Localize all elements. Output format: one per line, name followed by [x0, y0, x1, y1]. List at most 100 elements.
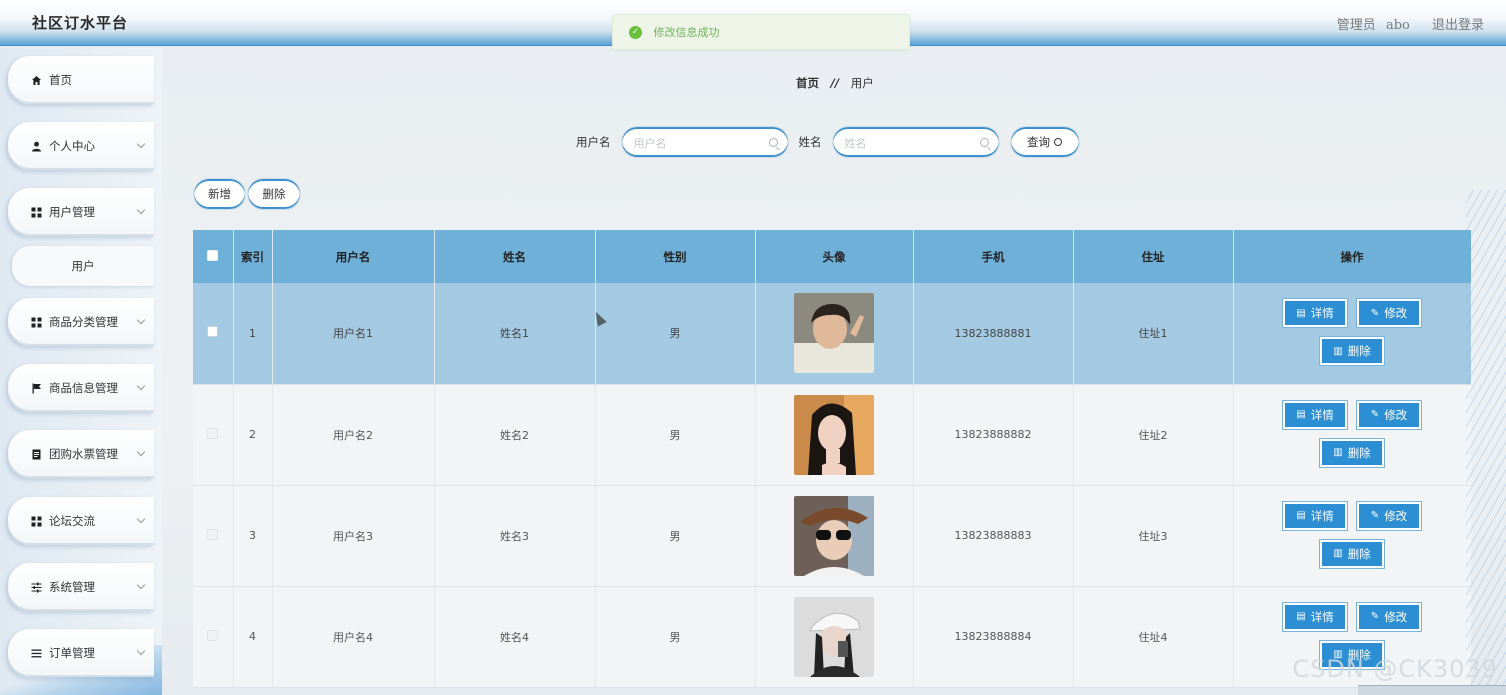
decorative-stripes [1466, 190, 1506, 695]
avatar[interactable] [794, 596, 874, 677]
sidebar: 首页 个人中心 用户管理 用户 商品分类管理 商品信息管理 团购水票管理 论坛交… [0, 48, 162, 695]
delete-button[interactable]: ▥ 删除 [1319, 437, 1385, 468]
row-checkbox[interactable] [207, 427, 219, 439]
cell-address: 住址3 [1073, 485, 1234, 587]
search-icon [1054, 138, 1062, 146]
cell-name: 姓名3 [434, 485, 596, 587]
edit-icon: ✎ [1370, 611, 1380, 622]
detail-button-label: 详情 [1310, 508, 1334, 523]
table-row[interactable]: 4 用户名4 姓名4 男 13823888884 住址4 ▤ 详情 ✎ 修改 ▥… [193, 586, 1471, 688]
table-header-row: 索引 用户名 姓名 性别 头像 手机 住址 操作 [193, 230, 1471, 283]
batch-delete-button[interactable]: 删除 [247, 178, 301, 210]
table-row[interactable]: 2 用户名2 姓名2 男 13823888882 住址2 ▤ 详情 ✎ 修改 ▥… [193, 384, 1471, 486]
document-icon: ▤ [1296, 307, 1306, 319]
edit-button[interactable]: ✎ 修改 [1356, 399, 1422, 430]
breadcrumb-separator: // [830, 76, 840, 90]
sidebar-item-label: 商品分类管理 [49, 315, 118, 329]
delete-button[interactable]: ▥ 删除 [1319, 336, 1385, 367]
cell-address: 住址4 [1073, 586, 1234, 688]
cell-index: 2 [233, 384, 273, 486]
grid-icon [30, 515, 42, 527]
username-search-label: 用户名 [576, 135, 611, 149]
chevron-down-icon [136, 646, 146, 656]
sidebar-item-user-management[interactable]: 用户管理 [8, 188, 154, 236]
edit-button[interactable]: ✎ 修改 [1356, 298, 1422, 329]
edit-button[interactable]: ✎ 修改 [1356, 601, 1422, 632]
row-checkbox[interactable] [207, 326, 219, 338]
detail-button[interactable]: ▤ 详情 [1282, 298, 1348, 329]
cell-index: 3 [233, 485, 273, 587]
cell-name: 姓名1 [434, 283, 596, 385]
document-icon: ▤ [1296, 611, 1306, 622]
row-select-cell [193, 283, 234, 385]
sidebar-item-label: 论坛交流 [49, 514, 95, 528]
select-all-checkbox[interactable] [207, 249, 219, 261]
breadcrumb-home[interactable]: 首页 [796, 76, 819, 90]
sidebar-item-personal-center[interactable]: 个人中心 [8, 122, 154, 170]
chevron-down-icon [136, 315, 146, 325]
table-row[interactable]: 3 用户名3 姓名3 男 13823888883 住址3 ▤ 详情 ✎ 修改 ▥… [193, 485, 1471, 587]
avatar[interactable] [794, 394, 874, 475]
edit-button-label: 修改 [1384, 508, 1408, 523]
row-select-cell [193, 384, 234, 486]
detail-button[interactable]: ▤ 详情 [1282, 500, 1348, 531]
flag-icon [30, 382, 42, 394]
user-table: 索引 用户名 姓名 性别 头像 手机 住址 操作 1 用户名1 姓名1 男 13… [193, 230, 1471, 688]
select-all-cell [193, 230, 234, 283]
detail-button-label: 详情 [1310, 306, 1334, 321]
username-search-input[interactable] [633, 129, 764, 157]
chevron-down-icon [136, 447, 146, 457]
query-button[interactable]: 查询 [1009, 126, 1080, 158]
name-search-label: 姓名 [798, 135, 822, 149]
cell-index: 1 [233, 283, 273, 385]
column-header-avatar: 头像 [755, 230, 914, 283]
sidebar-item-group-ticket-management[interactable]: 团购水票管理 [8, 430, 154, 478]
success-toast: ✓ 修改信息成功 [612, 14, 910, 50]
trash-icon: ▥ [1333, 447, 1343, 458]
chevron-down-icon [136, 514, 146, 524]
cell-avatar [755, 586, 914, 688]
sidebar-item-category-management[interactable]: 商品分类管理 [8, 298, 154, 346]
add-button[interactable]: 新增 [193, 178, 246, 210]
sidebar-item-order-management[interactable]: 订单管理 [8, 629, 154, 677]
cell-phone: 13823888883 [913, 485, 1074, 587]
cell-gender: 男 [595, 586, 756, 688]
avatar[interactable] [794, 495, 874, 576]
edit-button[interactable]: ✎ 修改 [1356, 500, 1422, 531]
detail-button[interactable]: ▤ 详情 [1282, 399, 1348, 430]
sidebar-subitem-users[interactable]: 用户 [12, 246, 154, 286]
breadcrumb: 首页 // 用户 [796, 75, 874, 91]
logout-link[interactable]: 退出登录 [1432, 18, 1484, 33]
sidebar-item-system-management[interactable]: 系统管理 [8, 563, 154, 611]
chevron-down-icon [136, 381, 146, 391]
row-checkbox[interactable] [207, 629, 219, 641]
name-search-input[interactable] [844, 129, 975, 157]
cell-index: 4 [233, 586, 273, 688]
column-header-actions: 操作 [1233, 230, 1471, 283]
sidebar-item-product-management[interactable]: 商品信息管理 [8, 364, 154, 412]
cell-phone: 13823888884 [913, 586, 1074, 688]
delete-button[interactable]: ▥ 删除 [1319, 538, 1385, 569]
search-icon [768, 138, 778, 147]
sidebar-item-label: 用户管理 [49, 205, 95, 219]
detail-button-label: 详情 [1310, 407, 1334, 422]
avatar[interactable] [794, 293, 874, 374]
detail-button[interactable]: ▤ 详情 [1282, 601, 1348, 632]
cell-gender: 男 [595, 384, 756, 486]
sidebar-item-forum[interactable]: 论坛交流 [8, 497, 154, 545]
sidebar-item-label: 个人中心 [49, 139, 95, 153]
row-select-cell [193, 586, 234, 688]
list-icon [30, 647, 42, 659]
sidebar-item-home[interactable]: 首页 [8, 56, 154, 104]
search-icon [979, 138, 989, 147]
cell-phone: 13823888881 [913, 283, 1074, 385]
cell-address: 住址1 [1073, 283, 1234, 385]
column-header-index: 索引 [233, 230, 273, 283]
table-row[interactable]: 1 用户名1 姓名1 男 13823888881 住址1 ▤ 详情 ✎ 修改 ▥… [193, 283, 1471, 385]
cell-username: 用户名2 [272, 384, 435, 486]
row-checkbox[interactable] [207, 528, 219, 540]
edit-icon: ✎ [1370, 307, 1380, 319]
cell-name: 姓名2 [434, 384, 596, 486]
document-icon [30, 448, 42, 460]
search-bar: 用户名 姓名 查询 [576, 126, 1080, 158]
